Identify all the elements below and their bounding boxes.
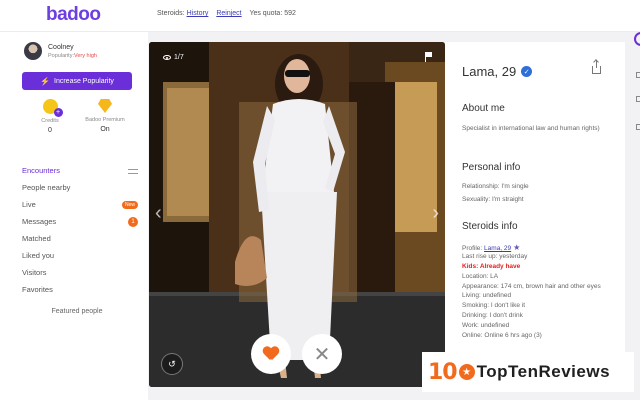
sidebar-item-favorites[interactable]: Favorites — [22, 281, 138, 298]
edge-square-icon[interactable] — [636, 72, 640, 78]
steroids-label: Steroids: — [157, 10, 185, 17]
location-info: Location: LA — [462, 273, 499, 280]
personal-info-heading: Personal info — [462, 162, 521, 173]
reinject-link[interactable]: Reinject — [216, 10, 241, 17]
edge-square-icon[interactable] — [636, 96, 640, 102]
eye-icon — [163, 55, 171, 60]
sidebar-item-people-nearby[interactable]: People nearby — [22, 179, 138, 196]
about-text: Specialist in international law and huma… — [462, 125, 600, 132]
kids-info: Kids: Already have — [462, 262, 610, 272]
pass-button[interactable]: ✕ — [302, 334, 342, 374]
credits-value: 0 — [48, 127, 52, 134]
increase-popularity-button[interactable]: ⚡ Increase Popularity — [22, 72, 132, 90]
badoo-logo[interactable]: badoo — [46, 4, 101, 26]
credits-label: Credits — [41, 118, 59, 124]
profile-name-row: Lama, 29 ✓ — [462, 64, 533, 79]
sidebar-item-liked-you[interactable]: Liked you — [22, 247, 138, 264]
coin-icon — [42, 99, 63, 117]
undo-button[interactable]: ↺ — [161, 353, 183, 375]
sidebar-item-label: Encounters — [22, 166, 60, 175]
steroids-toolbar: Steroids: History Reinject Yes quota: 59… — [157, 10, 296, 17]
drinking-info: Drinking: I don't drink — [462, 312, 523, 320]
profile-link-row: Profile: Lama, 29 ★ — [462, 242, 610, 252]
sidebar-item-label: Live — [22, 200, 36, 209]
next-photo-arrow-icon[interactable]: › — [432, 202, 439, 225]
diamond-icon — [98, 99, 112, 113]
avatar[interactable] — [24, 42, 42, 60]
smoking-info: Smoking: I don't like it — [462, 302, 526, 310]
premium-label: Badoo Premium — [85, 117, 125, 123]
credits-widget[interactable]: Credits 0 — [30, 99, 70, 134]
sidebar-item-label: Visitors — [22, 268, 47, 277]
extension-circle-icon[interactable] — [634, 32, 640, 46]
featured-people-heading[interactable]: Featured people — [0, 308, 154, 315]
new-badge: New — [121, 200, 138, 209]
lightning-icon: ⚡ — [40, 76, 51, 86]
profile-photo[interactable]: 1/7 ‹ › ↺ ✕ — [149, 42, 445, 387]
sidebar-item-matched[interactable]: Matched — [22, 230, 138, 247]
sidebar-item-visitors[interactable]: Visitors — [22, 264, 138, 281]
sexuality-info: Sexuality: I'm straight — [462, 196, 524, 203]
share-icon[interactable] — [592, 60, 601, 74]
like-button[interactable] — [251, 334, 291, 374]
message-count-badge: 1 — [128, 216, 138, 227]
sidebar-nav: Encounters People nearby Live New Messag… — [22, 162, 138, 298]
premium-value: On — [100, 126, 110, 133]
sidebar-item-encounters[interactable]: Encounters — [22, 162, 138, 179]
profile-link-label: Profile: — [462, 245, 483, 252]
work-info: Work: undefined — [462, 322, 510, 330]
about-heading: About me — [462, 103, 505, 114]
sidebar-item-label: Matched — [22, 234, 51, 243]
history-link[interactable]: History — [187, 10, 209, 17]
watermark-text: TopTenReviews — [476, 362, 611, 381]
photo-illustration — [149, 42, 445, 387]
top-bar: badoo Steroids: History Reinject Yes quo… — [0, 0, 640, 32]
user-name[interactable]: Coolney — [48, 44, 74, 51]
last-rise-info: Last rise up: yesterday — [462, 253, 528, 260]
premium-widget[interactable]: Badoo Premium On — [80, 99, 130, 133]
edge-square-icon[interactable] — [636, 124, 640, 130]
photo-counter-text: 1/7 — [174, 54, 184, 61]
watermark-ten: 10 — [428, 359, 458, 385]
sidebar-item-label: Liked you — [22, 251, 55, 260]
profile-panel: Lama, 29 ✓ About me Specialist in intern… — [445, 42, 625, 387]
relationship-info: Relationship: I'm single — [462, 183, 529, 190]
increase-popularity-label: Increase Popularity — [54, 77, 114, 85]
living-info: Living: undefined — [462, 292, 512, 300]
popularity-value: Very high — [74, 53, 97, 59]
kids-info-text: Kids: Already have — [462, 263, 521, 270]
sidebar-item-live[interactable]: Live New — [22, 196, 138, 213]
steroids-info-list: Profile: Lama, 29 ★ Last rise up: yesterd… — [462, 242, 610, 341]
sidebar-item-label: Favorites — [22, 285, 53, 294]
star-icon[interactable]: ★ — [513, 243, 520, 252]
personal-info-list: Relationship: I'm single Sexuality: I'm … — [462, 182, 610, 205]
report-flag-icon[interactable] — [425, 52, 433, 62]
toptenreviews-watermark: 10 ★ TopTenReviews — [422, 352, 634, 392]
sidebar-item-label: Messages — [22, 217, 57, 226]
sidebar-item-label: People nearby — [22, 183, 71, 192]
popularity-label: Popularity: — [48, 53, 74, 59]
previous-photo-arrow-icon[interactable]: ‹ — [155, 202, 162, 225]
profile-name: Lama, 29 — [462, 64, 517, 79]
heart-icon — [263, 347, 279, 361]
verified-icon: ✓ — [521, 66, 533, 77]
sidebar: Coolney Popularity:Very high ⚡ Increase … — [0, 32, 148, 400]
appearance-info: Appearance: 174 cm, brown hair and other… — [462, 283, 601, 290]
popularity-status: Popularity:Very high — [48, 53, 97, 59]
filter-icon[interactable] — [128, 167, 138, 175]
online-info: Online: Online 6 hrs ago (3) — [462, 332, 542, 340]
photo-counter: 1/7 — [163, 54, 184, 61]
sidebar-item-messages[interactable]: Messages 1 — [22, 213, 138, 230]
steroids-info-heading: Steroids info — [462, 221, 518, 232]
star-icon: ★ — [458, 364, 475, 380]
profile-link[interactable]: Lama, 29 — [484, 245, 511, 252]
quota-text: Yes quota: 592 — [249, 10, 296, 17]
